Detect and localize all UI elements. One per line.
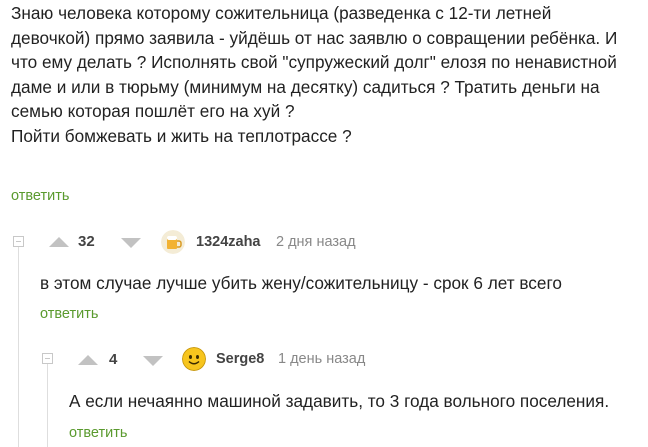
rating-count: 32 bbox=[78, 233, 95, 250]
rating-count: 4 bbox=[109, 351, 118, 368]
root-comment-text: Знаю человека которому сожительница (раз… bbox=[11, 1, 641, 149]
root-comment-line: Пойти бомжевать и жить на теплотрассе ? bbox=[11, 125, 352, 146]
upvote-icon[interactable] bbox=[49, 237, 69, 247]
reply-button[interactable]: ответить bbox=[11, 188, 69, 204]
upvote-icon[interactable] bbox=[78, 355, 98, 365]
thread-line[interactable] bbox=[18, 246, 19, 447]
comment-text: А если нечаянно машиной задавить, то 3 г… bbox=[69, 391, 610, 411]
author-name[interactable]: Serge8 bbox=[216, 351, 264, 367]
beer-mug-icon[interactable] bbox=[161, 230, 185, 254]
comment-text: в этом случае лучше убить жену/сожительн… bbox=[40, 273, 562, 293]
comment-time[interactable]: 2 дня назад bbox=[276, 234, 356, 250]
downvote-icon[interactable] bbox=[143, 356, 163, 366]
reply-button[interactable]: ответить bbox=[69, 425, 127, 441]
root-comment-line: что ему делать ? Исполнять свой "супруже… bbox=[11, 52, 617, 73]
thread-line[interactable] bbox=[47, 364, 48, 447]
root-comment-line: даме и или в тюрьму (минимум на десятку)… bbox=[11, 76, 600, 97]
collapse-toggle[interactable] bbox=[42, 353, 53, 364]
root-comment-line: семью которая пошлёт его на хуй ? bbox=[11, 101, 295, 122]
root-comment-line: Знаю человека которому сожительница (раз… bbox=[11, 3, 552, 23]
root-comment-line: девочкой) прямо заявила - уйдёшь от нас … bbox=[11, 27, 618, 48]
comment-time[interactable]: 1 день назад bbox=[278, 351, 365, 367]
smiley-face-icon[interactable] bbox=[182, 347, 206, 371]
author-name[interactable]: 1324zaha bbox=[196, 234, 261, 250]
downvote-icon[interactable] bbox=[121, 238, 141, 248]
collapse-toggle[interactable] bbox=[13, 236, 24, 247]
reply-button[interactable]: ответить bbox=[40, 306, 98, 322]
